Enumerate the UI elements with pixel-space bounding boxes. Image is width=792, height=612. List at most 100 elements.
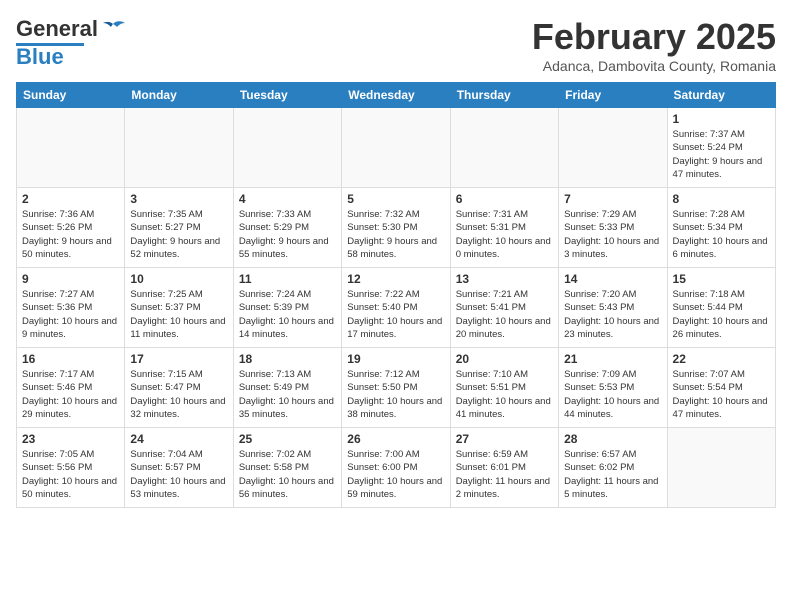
calendar-empty-cell xyxy=(667,428,775,508)
day-number: 5 xyxy=(347,192,444,206)
calendar-day-28: 28 Sunrise: 6:57 AM Sunset: 6:02 PM Dayli… xyxy=(559,428,667,508)
calendar-day-15: 15Sunrise: 7:18 AM Sunset: 5:44 PM Dayli… xyxy=(667,268,775,348)
day-info: Sunrise: 7:31 AM Sunset: 5:31 PM Dayligh… xyxy=(456,208,553,261)
day-number: 22 xyxy=(673,352,770,366)
day-number: 8 xyxy=(673,192,770,206)
day-info: Sunrise: 7:33 AM Sunset: 5:29 PM Dayligh… xyxy=(239,208,336,261)
day-number: 20 xyxy=(456,352,553,366)
page-header: General Blue February 2025 Adanca, Dambo… xyxy=(16,16,776,74)
calendar-day-26: 26 Sunrise: 7:00 AM Sunset: 6:00 PM Dayli… xyxy=(342,428,450,508)
day-info: Sunrise: 7:28 AM Sunset: 5:34 PM Dayligh… xyxy=(673,208,770,261)
logo-blue-text: Blue xyxy=(16,46,64,68)
calendar-day-12: 12Sunrise: 7:22 AM Sunset: 5:40 PM Dayli… xyxy=(342,268,450,348)
day-info: Sunrise: 6:57 AM Sunset: 6:02 PM Dayligh… xyxy=(564,448,661,501)
calendar-day-16: 16 Sunrise: 7:17 AM Sunset: 5:46 PM Dayli… xyxy=(17,348,125,428)
day-info: Sunrise: 7:17 AM Sunset: 5:46 PM Dayligh… xyxy=(22,368,119,421)
day-number: 3 xyxy=(130,192,227,206)
day-number: 12 xyxy=(347,272,444,286)
weekday-header-friday: Friday xyxy=(559,83,667,108)
calendar-empty-cell xyxy=(342,108,450,188)
calendar-day-10: 10 Sunrise: 7:25 AM Sunset: 5:37 PM Dayli… xyxy=(125,268,233,348)
calendar-day-20: 20 Sunrise: 7:10 AM Sunset: 5:51 PM Dayli… xyxy=(450,348,558,428)
day-number: 4 xyxy=(239,192,336,206)
calendar-day-25: 25 Sunrise: 7:02 AM Sunset: 5:58 PM Dayli… xyxy=(233,428,341,508)
calendar-day-23: 23 Sunrise: 7:05 AM Sunset: 5:56 PM Dayli… xyxy=(17,428,125,508)
day-info: Sunrise: 7:13 AM Sunset: 5:49 PM Dayligh… xyxy=(239,368,336,421)
calendar-day-2: 2Sunrise: 7:36 AM Sunset: 5:26 PM Daylig… xyxy=(17,188,125,268)
calendar-day-13: 13 Sunrise: 7:21 AM Sunset: 5:41 PM Dayli… xyxy=(450,268,558,348)
day-info: Sunrise: 7:35 AM Sunset: 5:27 PM Dayligh… xyxy=(130,208,227,261)
day-info: Sunrise: 7:25 AM Sunset: 5:37 PM Dayligh… xyxy=(130,288,227,341)
day-info: Sunrise: 7:09 AM Sunset: 5:53 PM Dayligh… xyxy=(564,368,661,421)
month-title: February 2025 xyxy=(532,16,776,58)
logo-text: General xyxy=(16,16,128,42)
calendar-day-22: 22 Sunrise: 7:07 AM Sunset: 5:54 PM Dayli… xyxy=(667,348,775,428)
day-info: Sunrise: 7:12 AM Sunset: 5:50 PM Dayligh… xyxy=(347,368,444,421)
calendar-day-4: 4 Sunrise: 7:33 AM Sunset: 5:29 PM Daylig… xyxy=(233,188,341,268)
calendar-day-9: 9 Sunrise: 7:27 AM Sunset: 5:36 PM Daylig… xyxy=(17,268,125,348)
day-number: 25 xyxy=(239,432,336,446)
day-info: Sunrise: 7:24 AM Sunset: 5:39 PM Dayligh… xyxy=(239,288,336,341)
day-info: Sunrise: 7:02 AM Sunset: 5:58 PM Dayligh… xyxy=(239,448,336,501)
weekday-header-sunday: Sunday xyxy=(17,83,125,108)
calendar-day-21: 21 Sunrise: 7:09 AM Sunset: 5:53 PM Dayli… xyxy=(559,348,667,428)
calendar-day-14: 14Sunrise: 7:20 AM Sunset: 5:43 PM Dayli… xyxy=(559,268,667,348)
logo: General Blue xyxy=(16,16,128,68)
day-number: 26 xyxy=(347,432,444,446)
day-number: 27 xyxy=(456,432,553,446)
day-number: 6 xyxy=(456,192,553,206)
weekday-header-monday: Monday xyxy=(125,83,233,108)
day-info: Sunrise: 7:10 AM Sunset: 5:51 PM Dayligh… xyxy=(456,368,553,421)
calendar-day-19: 19 Sunrise: 7:12 AM Sunset: 5:50 PM Dayli… xyxy=(342,348,450,428)
calendar-day-1: 1Sunrise: 7:37 AM Sunset: 5:24 PM Daylig… xyxy=(667,108,775,188)
calendar-week-row: 9 Sunrise: 7:27 AM Sunset: 5:36 PM Daylig… xyxy=(17,268,776,348)
day-number: 10 xyxy=(130,272,227,286)
day-info: Sunrise: 7:27 AM Sunset: 5:36 PM Dayligh… xyxy=(22,288,119,341)
day-number: 24 xyxy=(130,432,227,446)
day-number: 21 xyxy=(564,352,661,366)
calendar-day-7: 7 Sunrise: 7:29 AM Sunset: 5:33 PM Daylig… xyxy=(559,188,667,268)
calendar-day-24: 24Sunrise: 7:04 AM Sunset: 5:57 PM Dayli… xyxy=(125,428,233,508)
calendar-week-row: 16 Sunrise: 7:17 AM Sunset: 5:46 PM Dayli… xyxy=(17,348,776,428)
day-info: Sunrise: 7:00 AM Sunset: 6:00 PM Dayligh… xyxy=(347,448,444,501)
day-number: 23 xyxy=(22,432,119,446)
weekday-header-saturday: Saturday xyxy=(667,83,775,108)
day-number: 17 xyxy=(130,352,227,366)
day-number: 18 xyxy=(239,352,336,366)
day-info: Sunrise: 7:21 AM Sunset: 5:41 PM Dayligh… xyxy=(456,288,553,341)
calendar-day-5: 5 Sunrise: 7:32 AM Sunset: 5:30 PM Daylig… xyxy=(342,188,450,268)
calendar-table: SundayMondayTuesdayWednesdayThursdayFrid… xyxy=(16,82,776,508)
day-info: Sunrise: 7:07 AM Sunset: 5:54 PM Dayligh… xyxy=(673,368,770,421)
day-number: 7 xyxy=(564,192,661,206)
calendar-empty-cell xyxy=(233,108,341,188)
weekday-header-wednesday: Wednesday xyxy=(342,83,450,108)
day-number: 19 xyxy=(347,352,444,366)
calendar-week-row: 2Sunrise: 7:36 AM Sunset: 5:26 PM Daylig… xyxy=(17,188,776,268)
day-info: Sunrise: 7:32 AM Sunset: 5:30 PM Dayligh… xyxy=(347,208,444,261)
calendar-empty-cell xyxy=(17,108,125,188)
day-info: Sunrise: 7:05 AM Sunset: 5:56 PM Dayligh… xyxy=(22,448,119,501)
day-number: 16 xyxy=(22,352,119,366)
calendar-day-6: 6 Sunrise: 7:31 AM Sunset: 5:31 PM Daylig… xyxy=(450,188,558,268)
calendar-week-row: 23 Sunrise: 7:05 AM Sunset: 5:56 PM Dayli… xyxy=(17,428,776,508)
calendar-day-8: 8 Sunrise: 7:28 AM Sunset: 5:34 PM Daylig… xyxy=(667,188,775,268)
title-block: February 2025 Adanca, Dambovita County, … xyxy=(532,16,776,74)
day-number: 11 xyxy=(239,272,336,286)
calendar-empty-cell xyxy=(125,108,233,188)
logo-bird-icon xyxy=(99,20,127,40)
weekday-header-row: SundayMondayTuesdayWednesdayThursdayFrid… xyxy=(17,83,776,108)
calendar-empty-cell xyxy=(450,108,558,188)
day-info: Sunrise: 7:29 AM Sunset: 5:33 PM Dayligh… xyxy=(564,208,661,261)
day-number: 13 xyxy=(456,272,553,286)
day-number: 1 xyxy=(673,112,770,126)
day-number: 9 xyxy=(22,272,119,286)
calendar-day-17: 17 Sunrise: 7:15 AM Sunset: 5:47 PM Dayli… xyxy=(125,348,233,428)
day-info: Sunrise: 7:15 AM Sunset: 5:47 PM Dayligh… xyxy=(130,368,227,421)
calendar-day-3: 3 Sunrise: 7:35 AM Sunset: 5:27 PM Daylig… xyxy=(125,188,233,268)
calendar-day-18: 18 Sunrise: 7:13 AM Sunset: 5:49 PM Dayli… xyxy=(233,348,341,428)
calendar-empty-cell xyxy=(559,108,667,188)
location: Adanca, Dambovita County, Romania xyxy=(532,58,776,74)
calendar-day-27: 27Sunrise: 6:59 AM Sunset: 6:01 PM Dayli… xyxy=(450,428,558,508)
day-info: Sunrise: 7:18 AM Sunset: 5:44 PM Dayligh… xyxy=(673,288,770,341)
day-number: 28 xyxy=(564,432,661,446)
